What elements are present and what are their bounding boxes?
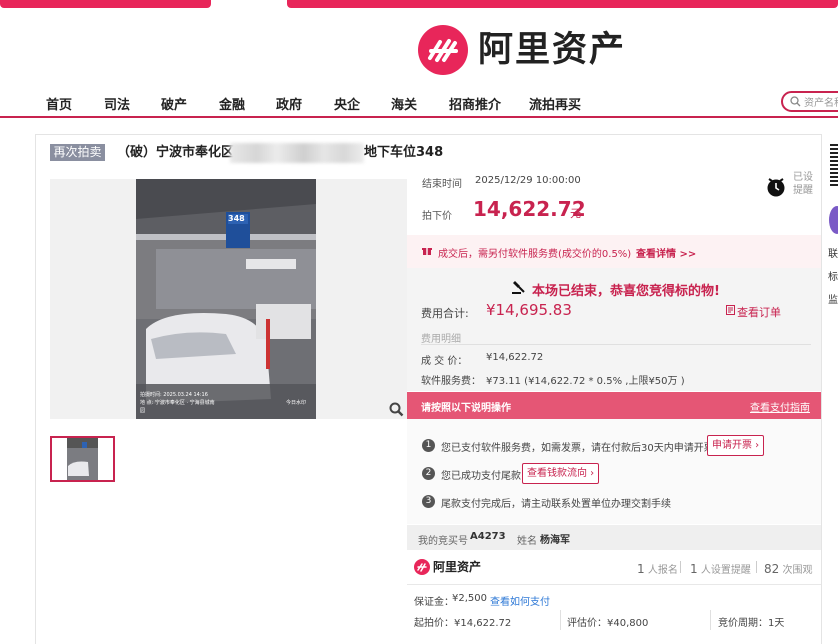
fee-row-label: 软件服务费： — [421, 376, 481, 387]
auction-ended-text: 本场已结束，恭喜您竞得标的物! — [532, 284, 720, 299]
watermark-line-3: 园 — [140, 408, 146, 414]
fee-divider — [421, 344, 811, 345]
brand-small: 阿里资产 — [414, 558, 481, 575]
redacted-title-text — [230, 143, 364, 163]
apply-invoice-button[interactable]: 申请开票 › — [707, 435, 765, 456]
view-order-link[interactable]: 查看订单 — [737, 304, 781, 320]
appraised-value: 评估价：¥40,800 — [567, 618, 649, 629]
end-time-value: 2025/12/29 10:00:00 — [475, 175, 581, 186]
price-unit: 元 — [570, 207, 581, 220]
search-icon — [790, 96, 801, 107]
listing-title-suffix: 地下车位348 — [364, 145, 444, 160]
divider — [756, 561, 757, 573]
buyer-name: 杨海军 — [540, 535, 570, 546]
ali-assets-logo-icon — [414, 558, 430, 575]
divider — [407, 584, 821, 585]
step-number: 3 — [422, 495, 435, 508]
nav-item-central-soe[interactable]: 央企 — [334, 94, 360, 113]
site-logo[interactable]: 阿里资产 — [418, 25, 626, 75]
divider — [680, 561, 681, 573]
nav-item-bankruptcy[interactable]: 破产 — [161, 94, 187, 113]
instructions-title: 请按照以下说明操作 — [421, 403, 511, 414]
step-number: 1 — [422, 439, 435, 452]
gift-icon — [422, 248, 432, 255]
gavel-icon — [512, 281, 525, 294]
nav-item-finance[interactable]: 金融 — [219, 94, 245, 113]
step-number: 2 — [422, 467, 435, 480]
divider — [560, 610, 561, 630]
fee-row-value: ¥73.11 (¥14,622.72 * 0.5% ,上限¥50万 ) — [486, 376, 685, 387]
sign-number: 348 — [228, 214, 245, 223]
search-input[interactable]: 资产名称 — [781, 91, 838, 112]
bidder-no-label: 我的竞买号 — [418, 536, 468, 547]
step-text: 您已成功支付尾款 — [441, 471, 521, 482]
brand-small-text: 阿里资产 — [433, 560, 482, 574]
deal-price-label: 拍下价 — [422, 211, 452, 222]
how-to-pay-link[interactable]: 查看如何支付 — [490, 593, 550, 608]
signup-count: 1 人报名 — [637, 562, 678, 576]
nav-item-home[interactable]: 首页 — [46, 94, 72, 113]
service-avatar[interactable] — [829, 206, 838, 234]
main-nav: 首页 司法 破产 金融 政府 央企 海关 招商推介 流拍再买 — [0, 88, 838, 118]
main-photo[interactable]: 348 拍摄时间: 2025.03.24 14:16 地 点: 宁波市奉化区 ·… — [136, 179, 316, 419]
nav-item-customs[interactable]: 海关 — [391, 94, 417, 113]
end-time-label: 结束时间 — [422, 179, 462, 190]
fee-row-value: ¥14,622.72 — [486, 352, 544, 363]
buyer-name-label: 姓名 — [517, 536, 537, 547]
fee-row-label: 成 交 价： — [421, 356, 468, 367]
remind-count: 1 人设置提醒 — [690, 562, 751, 576]
step-text: 您已支付软件服务费，如需发票，请在付款后30天内申请开票 — [441, 443, 714, 454]
photo-thumbnail[interactable] — [50, 436, 115, 482]
notice-text: 成交后，需另付软件服务费(成交价的0.5%) — [438, 249, 632, 260]
reminder-status[interactable]: 已设提醒 — [793, 171, 817, 197]
search-placeholder: 资产名称 — [804, 98, 838, 109]
deposit-value: ¥2,500 — [452, 593, 487, 604]
bidder-no: A4273 — [470, 531, 506, 542]
deal-price: 14,622.72 — [473, 197, 586, 221]
fee-detail-heading: 费用明细 — [421, 334, 461, 345]
view-money-flow-button[interactable]: 查看钱款流向 › — [522, 463, 600, 484]
nav-item-judicial[interactable]: 司法 — [104, 94, 130, 113]
sidebar-item[interactable]: 联 — [828, 245, 838, 260]
top-accent-bar-left — [0, 0, 211, 8]
watermark-line-2: 地 点: 宁波市奉化区 · 宁海县城南 — [140, 400, 215, 406]
sidebar-item[interactable]: 标 — [828, 268, 838, 283]
logo-text: 阿里资产 — [478, 30, 627, 70]
fee-total-label: 费用合计: — [421, 307, 469, 320]
listing-title: （破）宁波市奉化区 — [117, 145, 235, 160]
zoom-icon[interactable] — [389, 402, 404, 417]
watermark-line-1: 拍摄时间: 2025.03.24 14:16 — [140, 392, 208, 398]
view-count: 82 次围观 — [764, 562, 813, 576]
bidding-cycle: 竞价周期：1天 — [718, 618, 785, 629]
nav-item-investment[interactable]: 招商推介 — [449, 94, 501, 113]
alarm-clock-icon[interactable] — [766, 176, 786, 198]
qr-code[interactable] — [830, 142, 838, 186]
watermark-brand: 今日水印 — [286, 400, 307, 406]
ali-assets-logo-icon — [418, 25, 468, 75]
fee-total-value: ¥14,695.83 — [486, 301, 572, 319]
divider — [710, 610, 711, 630]
auction-ended-message: 本场已结束，恭喜您竞得标的物! — [512, 280, 720, 299]
starting-price: 起拍价：¥14,622.72 — [414, 618, 512, 629]
top-accent-bar-right — [287, 0, 838, 8]
notice-detail-link[interactable]: 查看详情 >> — [636, 245, 696, 260]
sidebar-item[interactable]: 监 — [828, 291, 838, 306]
deposit-label: 保证金： — [414, 597, 454, 608]
order-icon — [726, 305, 735, 315]
step-text: 尾款支付完成后，请主动联系处置单位办理交割手续 — [441, 499, 671, 510]
status-badge: 再次拍卖 — [50, 144, 105, 161]
nav-item-government[interactable]: 政府 — [276, 94, 302, 113]
payment-guide-link[interactable]: 查看支付指南 — [750, 399, 810, 414]
nav-item-relist[interactable]: 流拍再买 — [529, 94, 581, 113]
